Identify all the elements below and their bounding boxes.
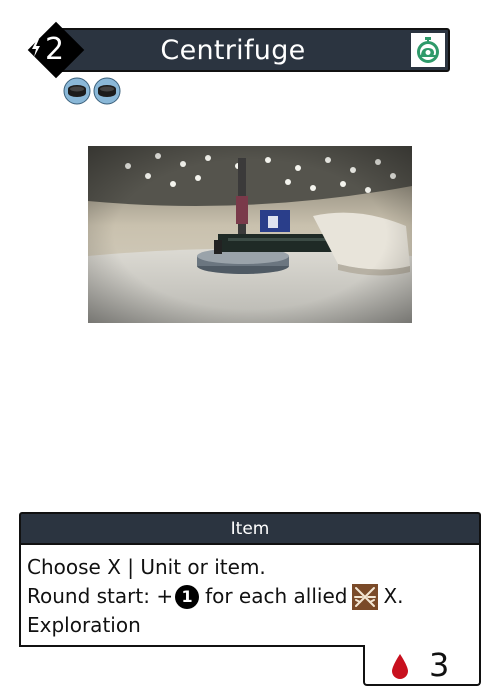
number-token: 1 — [175, 584, 200, 609]
crossed-weapons-icon — [352, 583, 379, 610]
rules-line-3: Exploration — [27, 613, 141, 637]
card-title: Centrifuge — [160, 34, 306, 66]
disc-token-icon — [63, 77, 91, 105]
card-artwork — [88, 146, 412, 323]
type-line: Item — [19, 512, 481, 543]
rules-line-2-suffix: X. — [383, 584, 404, 608]
rules-line-2: Round start: + 1 for each allied X. — [27, 582, 473, 611]
blood-cost-badge: 3 — [363, 645, 481, 686]
stopwatch-snail-icon — [417, 37, 439, 63]
blood-cost-value: 3 — [429, 646, 450, 684]
title-bar: Centrifuge — [56, 28, 450, 72]
cost-value: 2 — [45, 32, 65, 67]
speed-badge — [410, 32, 446, 68]
rules-text-box: Choose X | Unit or item. Round start: + … — [19, 543, 481, 647]
disc-token-icon — [93, 77, 121, 105]
rules-line-2-prefix: Round start: + — [27, 584, 174, 608]
rules-line-1: Choose X | Unit or item. — [27, 555, 266, 579]
cost-badge: 2 — [27, 21, 85, 79]
token-row — [63, 77, 121, 105]
rules-line-2-middle: for each allied — [205, 584, 348, 608]
lightning-bolt-icon — [32, 39, 40, 57]
blood-drop-icon — [392, 654, 408, 679]
